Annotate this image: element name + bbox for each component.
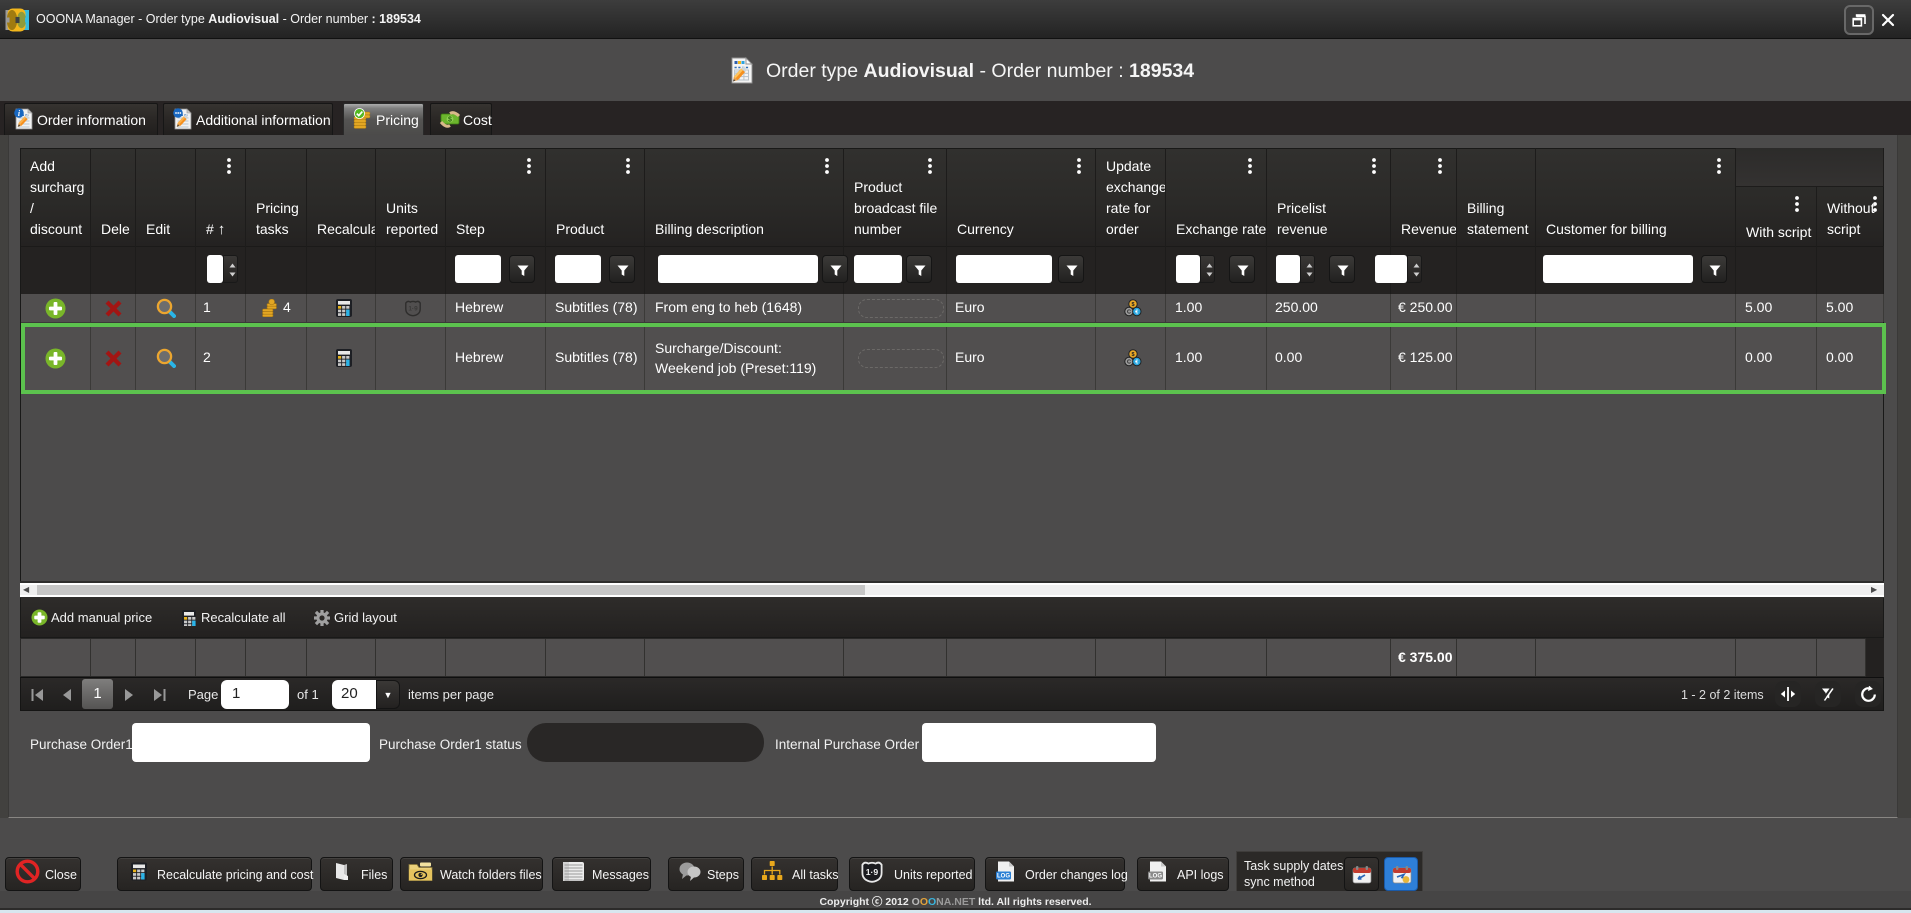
- svg-text:1·9: 1·9: [866, 867, 879, 877]
- svg-text:LOG: LOG: [997, 874, 1010, 880]
- svg-text:€: €: [1135, 310, 1138, 316]
- svg-text:1·9: 1·9: [408, 306, 418, 313]
- svg-text:C: C: [1127, 310, 1131, 316]
- svg-text:LOG: LOG: [1149, 874, 1162, 880]
- svg-text:C: C: [1127, 360, 1131, 366]
- svg-text:$: $: [448, 116, 452, 123]
- svg-text:€: €: [1135, 360, 1138, 366]
- svg-text:$: $: [1131, 352, 1134, 358]
- svg-text:$: $: [1131, 302, 1134, 308]
